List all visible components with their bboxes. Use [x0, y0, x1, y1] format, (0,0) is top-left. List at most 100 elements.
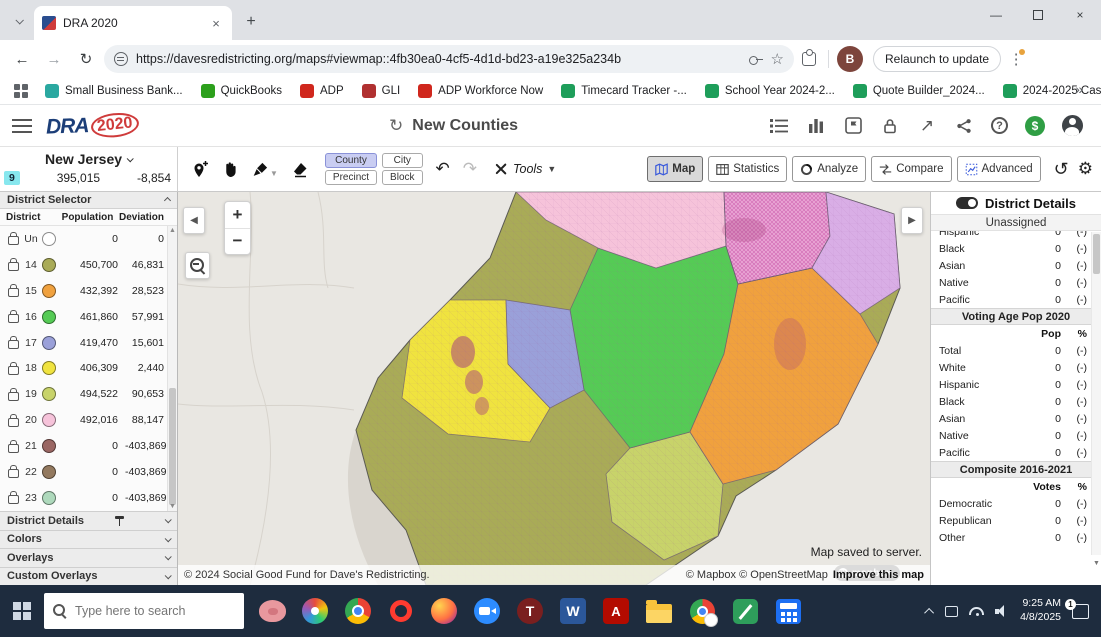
bookmark-item[interactable]: ADP Workforce Now	[411, 81, 550, 101]
details-scrollbar[interactable]: ▼	[1091, 232, 1101, 555]
feedback-flag-icon[interactable]	[843, 116, 863, 136]
district-lock-icon[interactable]	[5, 491, 22, 504]
district-lock-icon[interactable]	[5, 232, 22, 245]
district-map-svg[interactable]	[178, 192, 930, 585]
district-row[interactable]: 17 419,470 15,601	[0, 330, 177, 356]
export-icon[interactable]: ↗	[917, 116, 937, 136]
gran-block-button[interactable]: Block	[382, 170, 422, 185]
firefox-icon[interactable]	[430, 597, 458, 625]
browser-profile-avatar[interactable]: B	[837, 46, 863, 72]
network-icon[interactable]	[969, 607, 984, 615]
panel-colors[interactable]: Colors	[0, 530, 177, 549]
view-advanced-button[interactable]: Advanced	[957, 156, 1041, 182]
bookmarks-overflow-icon[interactable]: »	[1075, 81, 1093, 97]
taskbar-search[interactable]	[44, 593, 244, 629]
district-row[interactable]: 19 494,522 90,653	[0, 381, 177, 407]
district-row[interactable]: Un 0 0	[0, 226, 177, 252]
view-statistics-button[interactable]: Statistics	[708, 156, 787, 182]
bookmark-item[interactable]: Quote Builder_2024...	[846, 81, 992, 101]
tab-search-button[interactable]	[6, 6, 32, 36]
district-row[interactable]: 18 406,309 2,440	[0, 355, 177, 381]
bar-chart-icon[interactable]	[806, 116, 826, 136]
district-details-toggle[interactable]	[956, 197, 978, 209]
forward-button[interactable]: →	[40, 45, 68, 73]
district-row[interactable]: 16 461,860 57,991	[0, 304, 177, 330]
bookmark-item[interactable]: QuickBooks	[194, 81, 289, 101]
url-omnibox[interactable]: https://davesredistricting.org/maps#view…	[104, 45, 794, 73]
district-row[interactable]: 20 492,016 88,147	[0, 407, 177, 433]
file-explorer-icon[interactable]	[645, 597, 673, 625]
brush-options-dropdown-icon[interactable]: ▼	[270, 169, 278, 178]
district-lock-icon[interactable]	[5, 465, 22, 478]
zoom-in-button[interactable]: +	[225, 202, 250, 229]
gran-county-button[interactable]: County	[325, 153, 377, 168]
district-lock-icon[interactable]	[5, 440, 22, 453]
view-compare-button[interactable]: Compare	[871, 156, 951, 182]
notification-center-icon[interactable]: 1	[1072, 604, 1089, 619]
bookmark-item[interactable]: ADP	[293, 81, 351, 101]
browser-menu-icon[interactable]: ⋮	[1005, 46, 1027, 72]
paint-brush-icon[interactable]	[252, 161, 269, 178]
district-color-swatch[interactable]	[42, 465, 56, 479]
district-color-swatch[interactable]	[42, 258, 56, 272]
window-close-button[interactable]: ×	[1059, 0, 1101, 30]
back-button[interactable]: ←	[8, 45, 36, 73]
volume-icon[interactable]	[995, 605, 1009, 617]
scrollbar-thumb[interactable]	[169, 388, 176, 505]
settings-gear-icon[interactable]: ⚙	[1078, 159, 1093, 179]
district-list-scrollbar[interactable]: ▲ ▼	[167, 226, 177, 511]
district-row[interactable]: 21 0 -403,869	[0, 433, 177, 459]
panel-overlays[interactable]: Overlays	[0, 548, 177, 567]
district-lock-icon[interactable]	[5, 414, 22, 427]
district-color-swatch[interactable]	[42, 491, 56, 505]
apps-grid-icon[interactable]	[14, 84, 28, 98]
zoom-out-button[interactable]: −	[225, 229, 250, 255]
bookmark-star-icon[interactable]: ☆	[771, 50, 784, 68]
browser-tab[interactable]: DRA 2020 ×	[34, 6, 232, 40]
bookmark-item[interactable]: Small Business Bank...	[38, 81, 190, 101]
gran-city-button[interactable]: City	[382, 153, 422, 168]
hamburger-menu-icon[interactable]	[12, 119, 32, 133]
district-color-swatch[interactable]	[42, 310, 56, 324]
map-canvas[interactable]: ◀ + − ▶ Map saved to server. m mapbox © …	[178, 192, 930, 585]
view-map-button[interactable]: Map	[647, 156, 703, 182]
relaunch-to-update-button[interactable]: Relaunch to update	[873, 46, 1001, 72]
gran-precinct-button[interactable]: Precinct	[325, 170, 377, 185]
panel-district-details[interactable]: District Details	[0, 511, 177, 530]
window-minimize-button[interactable]: —	[975, 0, 1017, 30]
undo-icon[interactable]: ↶	[436, 159, 450, 179]
state-dropdown[interactable]: New Jersey	[0, 149, 177, 169]
opera-icon[interactable]	[387, 597, 415, 625]
help-icon[interactable]: ?	[991, 117, 1008, 134]
scrollbar-thumb[interactable]	[1093, 234, 1100, 274]
district-lock-icon[interactable]	[5, 362, 22, 375]
bookmark-item[interactable]: School Year 2024-2...	[698, 81, 842, 101]
district-color-swatch[interactable]	[42, 336, 56, 350]
acrobat-icon[interactable]: A	[602, 597, 630, 625]
bookmark-item[interactable]: GLI	[355, 81, 408, 101]
view-analyze-button[interactable]: Analyze	[792, 156, 866, 182]
pig-icon[interactable]	[258, 597, 286, 625]
share-icon[interactable]	[954, 116, 974, 136]
improve-map-link[interactable]: Improve this map	[833, 569, 924, 581]
new-tab-button[interactable]: +	[238, 9, 264, 35]
start-button[interactable]	[0, 585, 44, 637]
sticky-notes-icon[interactable]	[731, 597, 759, 625]
lock-icon[interactable]	[880, 116, 900, 136]
panel-custom-overlays[interactable]: Custom Overlays	[0, 567, 177, 586]
district-row[interactable]: 22 0 -403,869	[0, 459, 177, 485]
account-avatar-icon[interactable]	[1062, 115, 1083, 136]
password-key-icon[interactable]	[749, 55, 763, 63]
chrome-icon[interactable]	[344, 597, 372, 625]
site-settings-icon[interactable]	[114, 52, 128, 66]
district-selector-header[interactable]: District Selector	[0, 192, 177, 209]
district-row[interactable]: 14 450,700 46,831	[0, 252, 177, 278]
collapse-left-panel-button[interactable]: ◀	[183, 207, 205, 234]
tools-dropdown[interactable]: Tools ▼	[494, 162, 556, 176]
district-color-swatch[interactable]	[42, 284, 56, 298]
district-color-swatch[interactable]	[42, 439, 56, 453]
district-lock-icon[interactable]	[5, 258, 22, 271]
district-row[interactable]: 15 432,392 28,523	[0, 278, 177, 304]
tab-close-icon[interactable]: ×	[208, 16, 224, 31]
add-district-pin-icon[interactable]	[192, 160, 209, 178]
